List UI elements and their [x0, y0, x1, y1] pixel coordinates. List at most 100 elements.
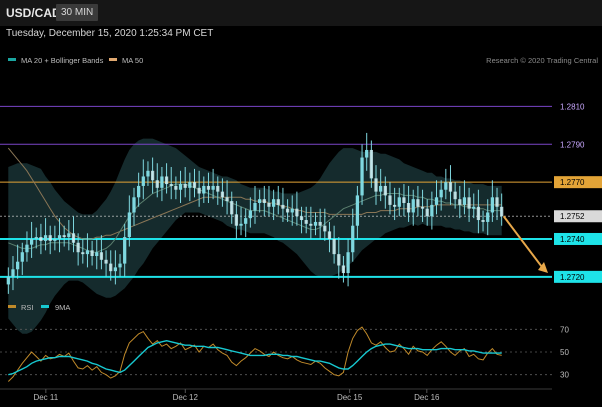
candle-body: [383, 185, 387, 196]
legend-swatch-9ma: [41, 305, 49, 308]
candle-body: [225, 197, 229, 202]
candle-body: [81, 252, 85, 255]
candle-body: [481, 220, 485, 222]
candle-body: [416, 199, 420, 207]
price-label-1.2720: 1.2720: [560, 273, 585, 282]
price-chart[interactable]: 1.2810 1.2790 1.2770 1.2752 1.2740 1.2720 30 5…: [0, 0, 602, 407]
candle-body: [95, 252, 99, 257]
candle-body: [462, 197, 467, 205]
candle-body: [160, 176, 164, 188]
candle-body: [188, 182, 192, 188]
candle-body: [285, 208, 290, 213]
legend-swatch-rsi: [8, 305, 16, 308]
candle-body: [253, 202, 257, 211]
candle-body: [420, 206, 425, 209]
candle-body: [29, 238, 34, 245]
projection-arrow: [502, 215, 548, 274]
candle-body: [43, 235, 48, 241]
candle-body: [290, 208, 294, 213]
price-label-1.2752: 1.2752: [560, 212, 585, 221]
time-tick-dec-11: Dec 11: [33, 393, 58, 402]
candle-body: [346, 252, 350, 274]
candle-body: [71, 233, 76, 243]
candle-body: [57, 235, 62, 239]
candle-body: [211, 185, 215, 190]
candle-body: [458, 199, 462, 205]
candle-body: [109, 263, 113, 272]
legend-label-rsi: RSI: [21, 303, 34, 312]
time-tick-dec-16: Dec 16: [414, 393, 440, 402]
legend-swatch-ma50: [109, 58, 117, 61]
candle-body: [90, 250, 94, 257]
candle-body: [6, 276, 10, 285]
candle-body: [495, 197, 499, 207]
candle-body: [374, 178, 378, 192]
candle-body: [434, 197, 439, 205]
candle-body: [271, 199, 276, 207]
candle-body: [444, 182, 448, 190]
rsi-line: [7, 326, 502, 382]
candle-body: [392, 204, 397, 207]
candle-body: [202, 185, 206, 194]
candle-body: [150, 170, 155, 181]
candle-body: [67, 233, 71, 238]
candle-body: [351, 225, 355, 253]
legend-label-9ma: 9MA: [55, 303, 70, 312]
price-label-1.2770: 1.2770: [560, 178, 585, 187]
candle-body: [220, 191, 225, 198]
candle-body: [127, 212, 131, 238]
candle-body: [486, 212, 490, 222]
candle-body: [25, 244, 29, 253]
candle-body: [267, 202, 271, 207]
candle-body: [379, 185, 383, 192]
time-axis: Dec 11 Dec 12 Dec 15 Dec 16: [0, 388, 552, 402]
candle-body: [113, 267, 118, 272]
candle-body: [11, 269, 15, 277]
candle-body: [500, 206, 504, 217]
candle-body: [39, 237, 43, 241]
candle-body: [155, 180, 159, 188]
candle-body: [276, 199, 280, 205]
candle-body: [467, 197, 471, 209]
candle-body: [99, 252, 104, 260]
candle-body: [137, 185, 141, 198]
price-labels: 1.2810 1.2790 1.2770 1.2752 1.2740 1.2720: [554, 102, 602, 283]
candle-body: [430, 204, 434, 217]
candle-body: [234, 214, 239, 226]
candle-body: [281, 204, 285, 209]
candle-body: [476, 206, 481, 221]
rsi-tick-30: 30: [560, 371, 569, 380]
legend-label-ma50: MA 50: [122, 56, 143, 65]
candle-body: [318, 221, 322, 226]
candle-body: [146, 170, 150, 177]
candle-body: [76, 242, 80, 253]
candle-body: [169, 184, 173, 186]
candle-body: [453, 191, 457, 200]
candle-body: [174, 185, 178, 190]
price-label-1.2790: 1.2790: [560, 140, 585, 149]
candle-body: [337, 254, 341, 266]
candle-body: [388, 195, 392, 205]
time-tick-dec-12: Dec 12: [173, 393, 199, 402]
candle-body: [295, 208, 299, 217]
candle-body: [183, 184, 187, 188]
price-label-1.2810: 1.2810: [560, 102, 585, 111]
candle-body: [123, 237, 127, 264]
bollinger-bands: [8, 138, 502, 334]
candle-body: [85, 250, 90, 255]
candle-body: [360, 157, 364, 196]
candle-body: [299, 216, 304, 221]
candle-body: [309, 223, 313, 226]
candle-body: [448, 182, 453, 192]
candle-body: [141, 176, 145, 186]
candle-body: [472, 206, 476, 209]
candle-body: [369, 149, 373, 179]
candle-body: [164, 176, 169, 185]
candle-body: [262, 199, 266, 203]
candle-body: [327, 231, 332, 239]
candle-body: [341, 265, 346, 274]
candle-body: [258, 199, 262, 203]
candle-body: [192, 182, 197, 188]
copyright-label: Research © 2020 Trading Central: [486, 56, 598, 65]
bollinger-band-fill: [8, 138, 502, 334]
